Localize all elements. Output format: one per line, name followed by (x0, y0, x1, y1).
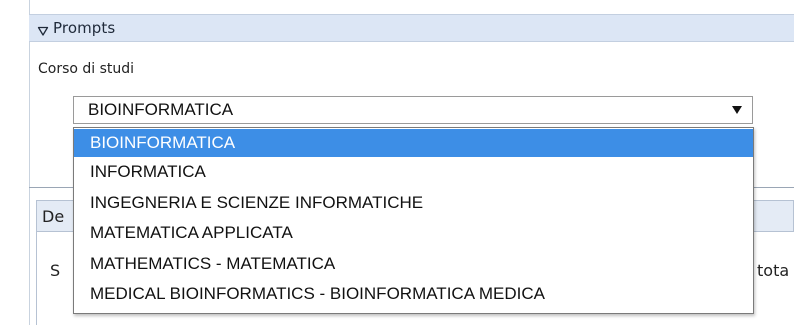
dropdown-option-informatica[interactable]: INFORMATICA (74, 157, 753, 188)
dropdown-option-mathematics[interactable]: MATHEMATICS - MATEMATICA (74, 249, 753, 280)
corso-di-studi-dropdown-list: BIOINFORMATICA INFORMATICA INGEGNERIA E … (73, 127, 754, 314)
dropdown-option-bioinformatica[interactable]: BIOINFORMATICA (74, 129, 753, 157)
prompts-header[interactable]: Prompts (29, 14, 794, 42)
dropdown-arrow-icon[interactable] (722, 106, 752, 114)
collapse-triangle-icon[interactable] (37, 22, 49, 36)
corso-di-studi-select[interactable]: BIOINFORMATICA (73, 96, 753, 124)
page: Prompts Corso di studi BIOINFORMATICA De… (0, 0, 794, 325)
secondary-panel-header-text: De (42, 207, 65, 226)
dropdown-option-ingegneria[interactable]: INGEGNERIA E SCIENZE INFORMATICHE (74, 188, 753, 219)
corso-di-studi-label: Corso di studi (38, 61, 135, 77)
secondary-panel-body-text: S (50, 261, 61, 280)
dropdown-option-matematica-applicata[interactable]: MATEMATICA APPLICATA (74, 218, 753, 249)
select-current-value: BIOINFORMATICA (88, 100, 234, 119)
prompts-title: Prompts (53, 19, 116, 37)
dropdown-option-medical-bioinformatics[interactable]: MEDICAL BIOINFORMATICS - BIOINFORMATICA … (74, 279, 753, 310)
secondary-panel-right-text: tota (757, 261, 790, 280)
